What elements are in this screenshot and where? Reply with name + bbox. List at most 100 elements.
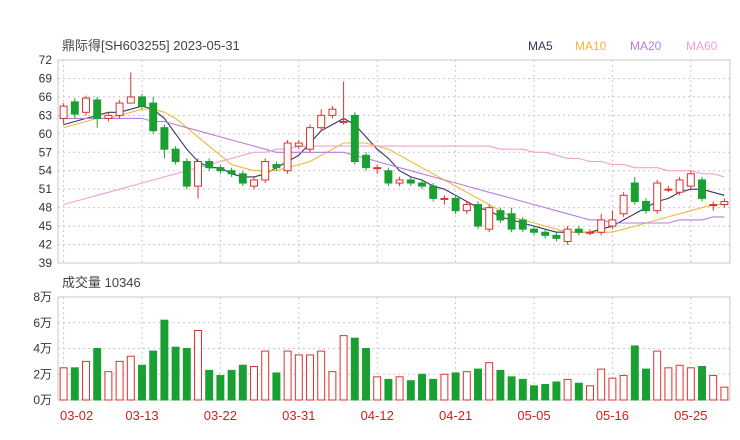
- volume-bar: [530, 385, 538, 401]
- candle: [530, 226, 538, 236]
- candle-body: [619, 194, 628, 215]
- volume-bar: [384, 378, 393, 401]
- candle-body: [70, 101, 79, 115]
- candle-body: [574, 228, 583, 233]
- candle: [261, 158, 270, 184]
- candle-body: [104, 114, 113, 119]
- candle-body: [541, 231, 550, 236]
- volume-bar: [283, 350, 292, 401]
- price-tick-label: 48: [39, 201, 53, 215]
- volume-bar: [541, 384, 550, 401]
- price-tick-label: 66: [39, 90, 53, 104]
- volume-bar: [205, 369, 214, 401]
- candle: [720, 198, 729, 208]
- volume-bar: [518, 378, 527, 401]
- candle-body: [138, 96, 146, 107]
- volume-bar: [686, 367, 695, 401]
- date-tick-label: 03-02: [60, 408, 93, 423]
- candle-body: [160, 127, 169, 150]
- volume-bar: [496, 369, 505, 401]
- candle: [149, 96, 158, 134]
- candle-body: [563, 228, 572, 242]
- candle-body: [339, 121, 348, 124]
- volume-bar: [306, 354, 314, 401]
- candle-body: [93, 99, 102, 119]
- candle-body: [182, 161, 191, 187]
- volume-bar: [709, 375, 718, 401]
- candle: [70, 98, 79, 119]
- candle-body: [205, 161, 214, 169]
- volume-bar: [160, 319, 169, 401]
- volume-bar: [261, 350, 270, 401]
- candle-body: [698, 179, 706, 199]
- candle: [182, 158, 191, 190]
- price-tick-label: 39: [39, 256, 53, 270]
- candle-body: [440, 197, 449, 200]
- candle: [406, 176, 415, 187]
- date-tick-label: 04-21: [439, 408, 472, 423]
- ma-legend: MA5 MA10 MA20 MA60: [528, 39, 718, 53]
- candle-body: [507, 213, 516, 230]
- legend-ma10: MA10: [575, 39, 607, 53]
- volume-bar: [115, 360, 124, 401]
- volume-bar: [574, 382, 583, 401]
- volume-bar: [104, 371, 113, 401]
- volume-bar: [451, 372, 460, 401]
- volume-bar: [362, 348, 370, 401]
- volume-bar: [182, 348, 191, 401]
- volume-bar: [630, 345, 639, 401]
- candle: [395, 176, 404, 187]
- stock-chart-panel: 鼎际得[SH603255] 2023-05-31 MA5 MA10 MA20 MA60…: [0, 0, 740, 440]
- candle: [642, 198, 650, 214]
- volume-bar: [194, 329, 202, 401]
- candle-body: [238, 173, 247, 184]
- candle: [350, 112, 359, 165]
- candle-body: [216, 167, 225, 172]
- candle: [126, 72, 135, 104]
- volume-title: 成交量 10346: [62, 275, 141, 290]
- volume-bar: [171, 346, 180, 401]
- price-tick-label: 69: [39, 71, 53, 85]
- volume-bar: [664, 367, 673, 401]
- candle-body: [597, 219, 606, 233]
- volume-bar: [350, 337, 359, 401]
- price-tick-label: 51: [39, 182, 53, 196]
- candle: [474, 201, 482, 230]
- candle: [619, 192, 628, 217]
- candle-body: [272, 164, 281, 169]
- candle: [306, 124, 314, 153]
- candle-body: [317, 114, 326, 129]
- date-tick-label: 05-16: [596, 408, 629, 423]
- price-tick-label: 72: [39, 53, 53, 67]
- candle-body: [115, 102, 124, 116]
- candle-body: [306, 127, 314, 150]
- price-tick-label: 57: [39, 145, 53, 159]
- candle-body: [418, 182, 426, 187]
- candle: [608, 210, 617, 230]
- volume-bar: [406, 380, 415, 401]
- candle: [171, 146, 180, 165]
- candle-body: [406, 179, 415, 184]
- volume-bar: [339, 335, 348, 401]
- candle-body: [59, 105, 68, 119]
- price-tick-label: 42: [39, 238, 53, 252]
- date-tick-label: 04-12: [361, 408, 394, 423]
- volume-bar: [138, 364, 146, 401]
- candle: [709, 201, 718, 211]
- candle-body: [642, 200, 650, 212]
- candle-body: [530, 228, 538, 233]
- volume-bar: [698, 366, 706, 401]
- candle-body: [451, 197, 460, 212]
- volume-tick-label: 8万: [33, 290, 52, 304]
- volume-bar: [250, 366, 258, 401]
- legend-ma5: MA5: [528, 39, 553, 53]
- volume-bar: [216, 375, 225, 401]
- candle: [384, 167, 393, 187]
- volume-bar: [586, 385, 594, 401]
- candle-body: [720, 200, 729, 206]
- candle-body: [384, 170, 393, 184]
- legend-ma20: MA20: [630, 39, 662, 53]
- volume-bar: [328, 371, 337, 401]
- price-tick-label: 60: [39, 127, 53, 141]
- candle-body: [395, 179, 404, 184]
